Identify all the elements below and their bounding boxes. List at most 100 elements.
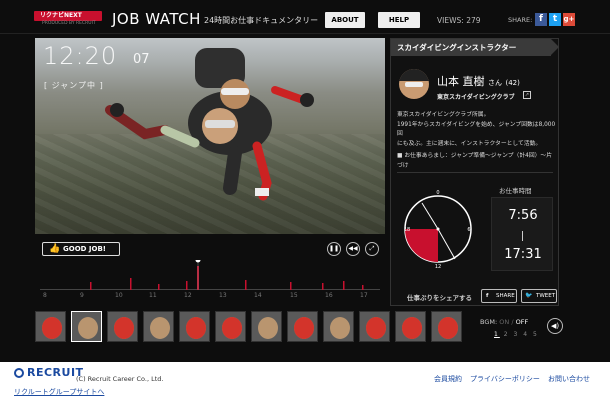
name-suffix: さん [488, 79, 502, 87]
logo-text: リクナビNEXT [34, 11, 102, 21]
bio-line: ■ お仕事あらまし：ジャンプ準備～ジャンプ（計4回）～片づけ [397, 153, 553, 169]
brand-title: JOB WATCH [112, 10, 201, 28]
work-hours-title: お仕事時間 [499, 187, 532, 195]
clock-label-0: 0 [436, 190, 439, 196]
time-separator [522, 231, 523, 241]
page-link[interactable]: 5 [533, 331, 539, 338]
bio-line: 1991年からスカイダイビングを始め、ジャンプ回数は8,000回 [397, 121, 556, 138]
terms-link[interactable]: 会員規約 [434, 374, 462, 384]
worker-thumbnail[interactable] [251, 311, 282, 342]
worker-thumbnail[interactable] [359, 311, 390, 342]
facebook-share-button[interactable]: f SHARE [481, 289, 517, 303]
avatar [399, 69, 429, 99]
activity-bars [90, 257, 364, 290]
worker-thumbnails [35, 311, 475, 345]
worker-thumbnail[interactable] [179, 311, 210, 342]
tick-label: 17 [360, 292, 368, 299]
share-work-label: 仕事ぶりをシェアする [407, 294, 472, 302]
privacy-policy-link[interactable]: プライバシーポリシー [470, 374, 540, 384]
pause-icon[interactable]: ❚❚ [327, 242, 341, 256]
clock-label-18: 18 [404, 227, 410, 233]
timeline[interactable] [40, 257, 380, 290]
end-time: 17:31 [504, 247, 542, 262]
worker-bio: 東京スカイダイビングクラブ所属。 1991年からスカイダイビングを始め、ジャンプ… [397, 111, 557, 171]
google-plus-icon[interactable]: g+ [563, 13, 575, 26]
playhead[interactable] [195, 257, 201, 263]
tick-label: 11 [149, 292, 157, 299]
tick-label: 13 [219, 292, 227, 299]
tweet-button[interactable]: 🐦 TWEET [521, 289, 557, 303]
top-bar: リクナビNEXT PRODUCED BY RECRUIT JOB WATCH 2… [0, 0, 610, 34]
worker-thumbnail[interactable] [395, 311, 426, 342]
worker-thumbnail[interactable] [143, 311, 174, 342]
start-time: 7:56 [508, 208, 538, 223]
external-link-icon[interactable]: ↗ [523, 91, 531, 99]
video-seconds: 07 [133, 52, 150, 67]
good-job-label: GOOD JOB! [63, 245, 106, 253]
previous-icon[interactable]: ◀◀ [346, 242, 360, 256]
worker-name: 山本 直樹 さん (42) [437, 73, 520, 89]
page-link[interactable]: 4 [523, 331, 529, 338]
facebook-icon: f [486, 293, 489, 299]
work-hours-box: 7:56 17:31 [491, 197, 553, 271]
share-label: SHARE: [508, 16, 533, 24]
views-counter: VIEWS: 279 [437, 16, 481, 25]
help-button[interactable]: HELP [378, 12, 420, 28]
twitter-icon[interactable]: t [549, 13, 561, 26]
worker-thumbnail[interactable] [71, 311, 102, 342]
fullscreen-icon[interactable]: ⤢ [365, 242, 379, 256]
job-watch-app: リクナビNEXT PRODUCED BY RECRUIT JOB WATCH 2… [0, 0, 610, 362]
page-link[interactable]: 1 [494, 331, 500, 338]
views-count: 279 [466, 16, 481, 25]
views-label: VIEWS: [437, 16, 464, 25]
club-name: 東京スカイダイビングクラブ [437, 94, 515, 101]
recruit-logo-mark [14, 368, 24, 378]
tick-label: 10 [115, 292, 123, 299]
rikunabi-next-logo[interactable]: リクナビNEXT PRODUCED BY RECRUIT [34, 11, 102, 27]
about-button[interactable]: ABOUT [325, 12, 365, 28]
worker-thumbnail[interactable] [215, 311, 246, 342]
tick-label: 14 [254, 292, 262, 299]
clock-label-6: 6 [467, 227, 470, 233]
video-player[interactable]: 12:20 07 [ ジャンプ中 ] [35, 38, 385, 234]
worker-age: (42) [505, 79, 520, 87]
profile-panel: スカイダイビングインストラクター 山本 直樹 さん (42) 東京スカイダイビン… [390, 38, 559, 306]
share-btn-label: SHARE [496, 293, 515, 299]
bio-line: にも及ぶ。主に週末に、インストラクターとして活動。 [397, 140, 542, 147]
player-controls: 👍 GOOD JOB! ❚❚ ◀◀ ⤢ 8 9 10 11 12 13 14 1… [35, 236, 385, 302]
tagline: 24時間お仕事ドキュメンタリー [204, 16, 319, 25]
copyright: (C) Recruit Career Co., Ltd. [76, 375, 164, 383]
bgm-label: BGM: [480, 318, 498, 326]
worker-thumbnail[interactable] [35, 311, 66, 342]
bgm-off[interactable]: OFF [516, 318, 529, 326]
work-clock: 0 12 6 18 [403, 189, 473, 270]
group-site-link[interactable]: リクルートグループサイトへ [14, 387, 104, 397]
speaker-icon[interactable]: ◀) [547, 318, 563, 334]
thumbs-up-icon: 👍 [49, 244, 61, 254]
facebook-icon[interactable]: f [535, 13, 547, 26]
tick-label: 8 [43, 292, 47, 299]
worker-thumbnail[interactable] [107, 311, 138, 342]
page-link[interactable]: 2 [504, 331, 510, 338]
timeline-ticks: 8 9 10 11 12 13 14 15 16 17 [40, 292, 380, 302]
clock-label-12: 12 [435, 264, 441, 269]
contact-link[interactable]: お問い合わせ [548, 374, 590, 384]
bgm-toggle[interactable]: BGM: ON / OFF [480, 318, 528, 326]
scene-label: [ ジャンプ中 ] [44, 81, 104, 90]
divider [397, 172, 553, 173]
good-job-button[interactable]: 👍 GOOD JOB! [42, 242, 120, 256]
tick-label: 12 [184, 292, 192, 299]
bio-line: 東京スカイダイビングクラブ所属。 [397, 112, 490, 118]
bgm-on[interactable]: ON [499, 318, 509, 326]
tick-label: 15 [290, 292, 298, 299]
tick-label: 9 [80, 292, 84, 299]
worker-thumbnail[interactable] [287, 311, 318, 342]
worker-name-text: 山本 直樹 [437, 75, 485, 88]
job-title: スカイダイビングインストラクター [391, 39, 559, 56]
tick-label: 16 [325, 292, 333, 299]
worker-thumbnail[interactable] [323, 311, 354, 342]
bgm-separator: / [511, 318, 514, 326]
worker-thumbnail[interactable] [431, 311, 462, 342]
video-time: 12:20 [43, 42, 118, 70]
page-link[interactable]: 3 [514, 331, 520, 338]
